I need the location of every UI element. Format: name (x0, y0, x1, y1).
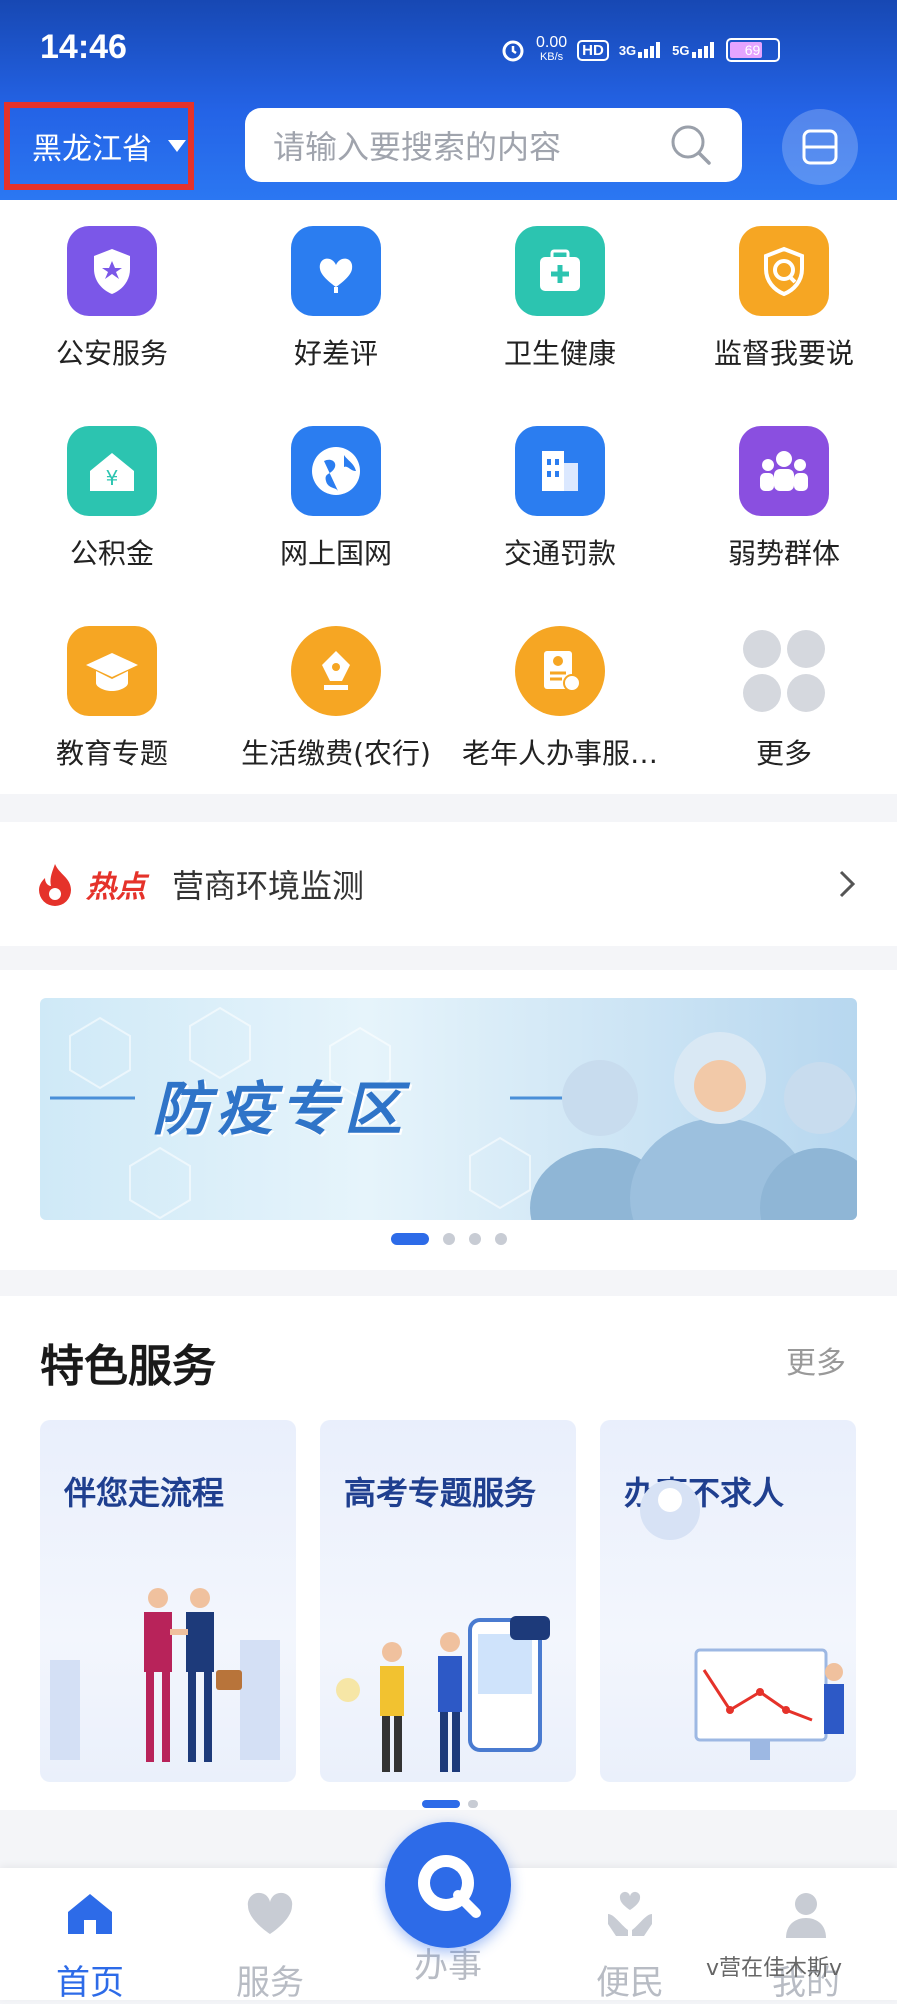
featured-more-link[interactable]: 更多 (786, 1338, 846, 1382)
more-grid-icon (739, 626, 829, 716)
flame-icon (39, 864, 71, 906)
nav-convenience-label: 便民 (596, 1963, 664, 2003)
heart-flower-icon (291, 226, 381, 316)
service-label: 卫生健康 (503, 337, 616, 370)
province-selector[interactable]: 黑龙江省 (4, 102, 194, 190)
sim2-signal: 5G (672, 42, 715, 58)
sim1-signal: 3G (619, 42, 662, 58)
service-elderly[interactable]: 老年人办事服… (448, 600, 672, 790)
pen-nib-icon (291, 626, 381, 716)
service-label: 生活缴费(农行) (241, 737, 431, 770)
pager-dot (422, 1800, 460, 1808)
nav-mine[interactable]: 我的 (746, 1888, 866, 2004)
handshake-illustration (50, 1588, 280, 1762)
epidemic-banner[interactable]: 防疫专区 (40, 998, 857, 1220)
graduation-cap-icon (67, 626, 157, 716)
indicator-dot (442, 1233, 455, 1245)
service-label: 监督我要说 (713, 337, 854, 370)
elderly-id-icon (515, 626, 605, 716)
globe-icon (291, 426, 381, 516)
supervision-shield-icon (739, 226, 829, 316)
hd-badge: HD (577, 39, 609, 61)
nav-service[interactable]: 服务 (210, 1888, 330, 2004)
service-supervision[interactable]: 监督我要说 (672, 200, 896, 390)
featured-pager (400, 1800, 500, 1812)
service-health[interactable]: 卫生健康 (448, 200, 672, 390)
scan-button[interactable] (782, 109, 858, 185)
hot-news-bar[interactable]: 热点 营商环境监测 (0, 822, 897, 946)
province-label: 黑龙江省 (32, 132, 152, 167)
search-icon[interactable] (668, 122, 714, 168)
service-review[interactable]: 好差评 (224, 200, 448, 390)
service-label: 好差评 (293, 337, 378, 370)
dashboard-illustration (640, 1480, 844, 1760)
pager-dot (468, 1800, 478, 1808)
hot-tag: 热点 (86, 870, 146, 905)
service-grid: 公安服务 好差评 卫生健康 监督我要说 ¥ 公积金 网上国网 交通罚款 弱势群体… (0, 200, 897, 794)
feature-card-self-service[interactable]: 办事不求人 (600, 1420, 856, 1782)
hot-text: 营商环境监测 (172, 867, 365, 905)
housing-fund-icon: ¥ (67, 426, 157, 516)
search-bar[interactable]: 请输入要搜索的内容 (245, 108, 742, 182)
medical-kit-icon (515, 226, 605, 316)
medical-staff-illustration (530, 1032, 857, 1220)
service-label: 公积金 (69, 537, 154, 570)
police-shield-icon (67, 226, 157, 316)
hands-heart-icon (608, 1891, 652, 1936)
home-icon (68, 1894, 112, 1934)
service-label: 弱势群体 (727, 537, 840, 570)
service-label: 网上国网 (279, 537, 392, 570)
search-placeholder: 请输入要搜索的内容 (273, 128, 562, 166)
building-icon (515, 426, 605, 516)
indicator-dot (390, 1233, 429, 1245)
service-label: 老年人办事服… (461, 737, 658, 770)
status-time: 14:46 (40, 28, 127, 66)
service-label: 更多 (755, 737, 812, 770)
service-education[interactable]: 教育专题 (0, 600, 224, 790)
q-logo-icon (418, 1855, 481, 1918)
service-utility[interactable]: 生活缴费(农行) (224, 600, 448, 790)
nav-home[interactable]: 首页 (30, 1888, 150, 2004)
caret-down-icon (168, 140, 186, 152)
feature-card-gaokao[interactable]: 高考专题服务 (320, 1420, 576, 1782)
nav-home-label: 首页 (56, 1963, 124, 2003)
status-icons: 0.00 KB/s HD 3G 5G 69 (500, 34, 800, 66)
net-speed: 0.00 (536, 34, 568, 51)
scan-icon (802, 129, 838, 165)
user-icon (786, 1893, 826, 1938)
watermark: v营在佳木斯v (706, 1956, 843, 1981)
banner-title: 防疫专区 (152, 1075, 409, 1143)
alarm-icon (502, 40, 524, 62)
service-label: 教育专题 (55, 737, 168, 770)
chevron-right-icon (839, 870, 856, 898)
service-vulnerable[interactable]: 弱势群体 (672, 400, 896, 590)
indicator-dot (468, 1233, 481, 1245)
service-traffic-fine[interactable]: 交通罚款 (448, 400, 672, 590)
service-fund[interactable]: ¥ 公积金 (0, 400, 224, 590)
student-phone-illustration (336, 1616, 550, 1772)
center-action-button[interactable] (385, 1822, 511, 1948)
banner-indicator (0, 1232, 897, 1246)
service-police[interactable]: 公安服务 (0, 200, 224, 390)
nav-convenience[interactable]: 便民 (570, 1888, 690, 2004)
battery-icon: 69 (725, 38, 780, 62)
people-icon (739, 426, 829, 516)
service-grid-online[interactable]: 网上国网 (224, 400, 448, 590)
nav-service-label: 服务 (236, 1963, 304, 2003)
service-label: 交通罚款 (503, 537, 616, 570)
net-unit: KB/s (539, 51, 564, 63)
service-more[interactable]: 更多 (672, 600, 896, 790)
heart-icon (247, 1892, 293, 1934)
svg-text:¥: ¥ (106, 466, 119, 490)
indicator-dot (494, 1233, 507, 1245)
feature-card-process[interactable]: 伴您走流程 (40, 1420, 296, 1782)
featured-title: 特色服务 (40, 1341, 216, 1392)
service-label: 公安服务 (55, 337, 168, 370)
